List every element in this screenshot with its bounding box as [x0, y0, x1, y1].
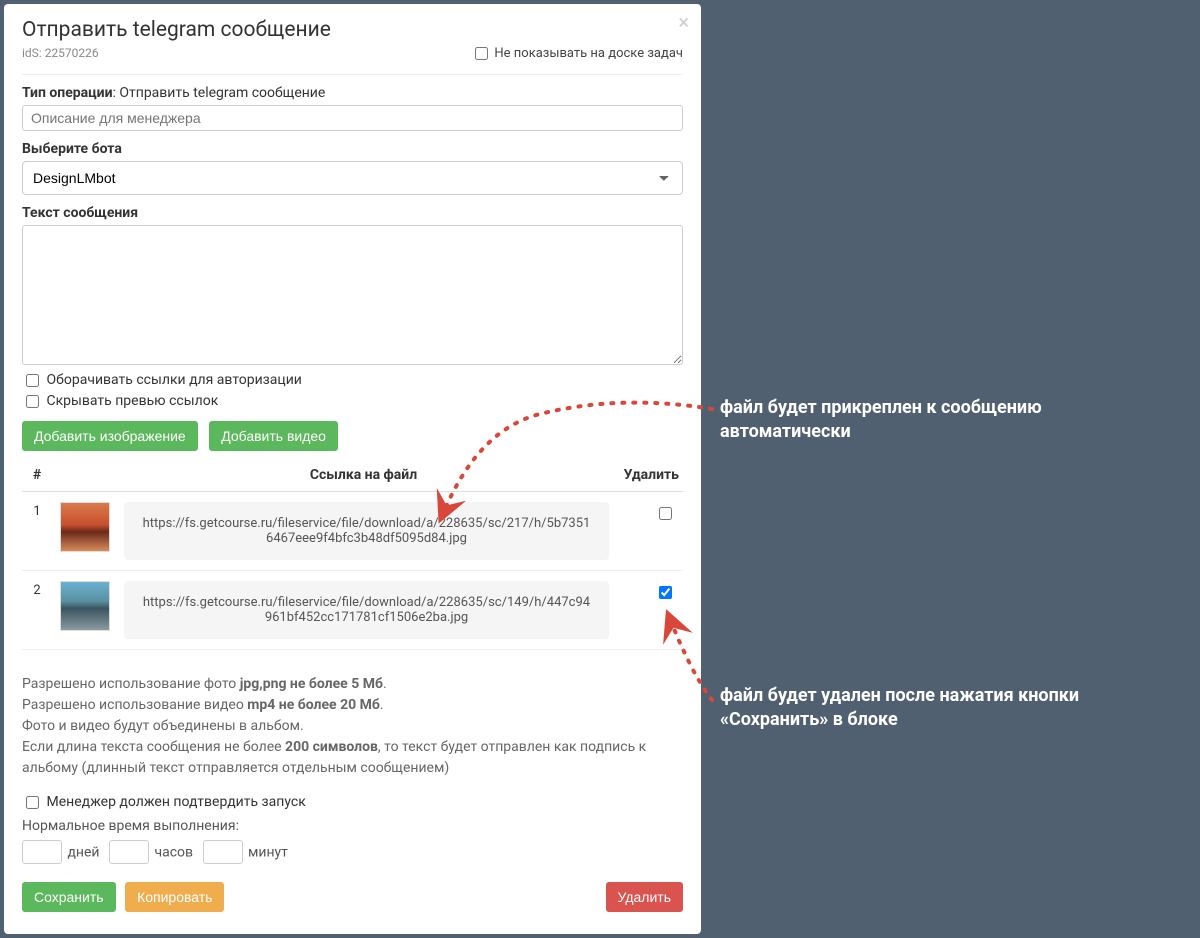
- message-label: Текст сообщения: [22, 205, 683, 221]
- delete-button[interactable]: Удалить: [606, 882, 683, 912]
- col-delete: Удалить: [613, 459, 683, 492]
- row-num: 2: [22, 571, 52, 650]
- confirm-launch-row[interactable]: Менеджер должен подтвердить запуск: [22, 794, 306, 810]
- manager-description-input[interactable]: [22, 105, 683, 131]
- save-button[interactable]: Сохранить: [22, 882, 116, 912]
- col-url: Ссылка на файл: [114, 459, 613, 492]
- wrap-links-label: Оборачивать ссылки для авторизации: [46, 372, 301, 388]
- file-url[interactable]: https://fs.getcourse.ru/fileservice/file…: [124, 581, 609, 639]
- wrap-links-row[interactable]: Оборачивать ссылки для авторизации: [22, 372, 302, 388]
- hide-preview-checkbox[interactable]: [26, 395, 39, 408]
- confirm-launch-label: Менеджер должен подтвердить запуск: [46, 794, 305, 810]
- col-thumb: [52, 459, 114, 492]
- col-num: #: [22, 459, 52, 492]
- files-table: # Ссылка на файл Удалить 1 https://fs.ge…: [22, 459, 683, 650]
- exec-time-inputs: дней часов минут: [22, 840, 683, 864]
- add-image-button[interactable]: Добавить изображение: [22, 421, 198, 451]
- hide-preview-label: Скрывать превью ссылок: [46, 393, 218, 409]
- telegram-send-modal: × Отправить telegram сообщение idS: 2257…: [4, 4, 701, 934]
- message-textarea[interactable]: [22, 225, 683, 365]
- exec-time-label: Нормальное время выполнения:: [22, 818, 683, 834]
- operation-type-value: Отправить telegram сообщение: [119, 85, 325, 101]
- modal-title: Отправить telegram сообщение: [22, 18, 683, 42]
- hours-input[interactable]: [109, 840, 149, 864]
- file-thumb[interactable]: [60, 581, 110, 631]
- operation-type-label: Тип операции: [22, 85, 113, 101]
- file-thumb[interactable]: [60, 502, 110, 552]
- add-video-button[interactable]: Добавить видео: [209, 421, 338, 451]
- delete-file-checkbox[interactable]: [659, 507, 672, 520]
- bot-label: Выберите бота: [22, 141, 683, 157]
- bot-select[interactable]: DesignLMbot: [22, 161, 683, 195]
- delete-file-checkbox[interactable]: [659, 586, 672, 599]
- hide-on-board-checkbox[interactable]: [475, 47, 488, 60]
- table-row: 1 https://fs.getcourse.ru/fileservice/fi…: [22, 492, 683, 571]
- hide-on-board-label: Не показывать на доске задач: [494, 46, 683, 61]
- days-input[interactable]: [22, 840, 62, 864]
- close-icon[interactable]: ×: [678, 12, 689, 32]
- annotation-attach: файл будет прикреплен к сообщению автома…: [720, 396, 1140, 445]
- copy-button[interactable]: Копировать: [125, 882, 224, 912]
- wrap-links-checkbox[interactable]: [26, 374, 39, 387]
- row-num: 1: [22, 492, 52, 571]
- minutes-input[interactable]: [203, 840, 243, 864]
- help-text: Разрешено использование фото jpg,png не …: [22, 674, 683, 779]
- operation-type-row: Тип операции: Отправить telegram сообщен…: [22, 85, 683, 101]
- hide-preview-row[interactable]: Скрывать превью ссылок: [22, 393, 218, 409]
- table-row: 2 https://fs.getcourse.ru/fileservice/fi…: [22, 571, 683, 650]
- file-url[interactable]: https://fs.getcourse.ru/fileservice/file…: [124, 502, 609, 560]
- confirm-launch-checkbox[interactable]: [26, 796, 39, 809]
- annotation-delete: файл будет удален после нажатия кнопки «…: [720, 684, 1140, 733]
- hide-on-board-row[interactable]: Не показывать на доске задач: [471, 44, 683, 63]
